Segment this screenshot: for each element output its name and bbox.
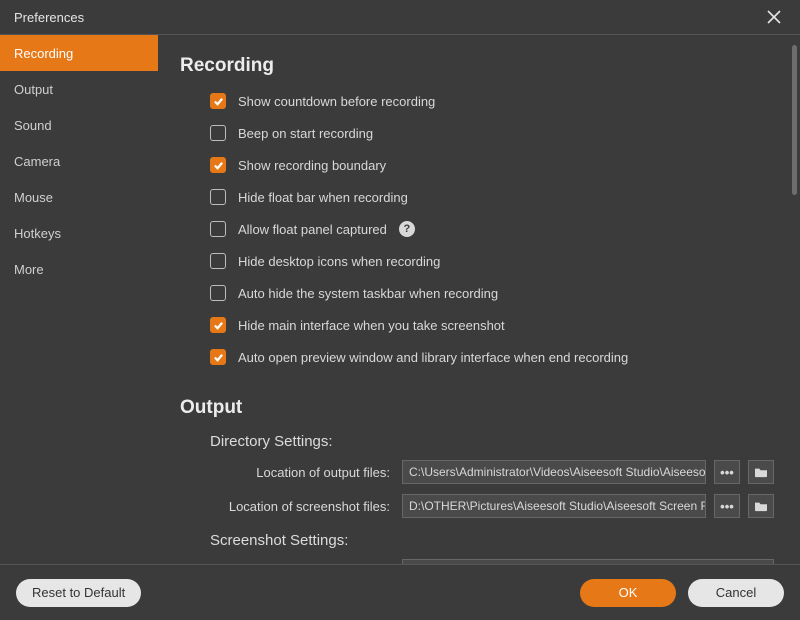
output-path-label: Location of output files: [210,465,394,480]
directory-screenshot-row: Location of screenshot files: D:\OTHER\P… [210,494,774,518]
help-icon[interactable]: ? [399,221,415,237]
close-button[interactable] [760,3,788,31]
option-label: Show recording boundary [238,158,386,173]
footer: Reset to Default OK Cancel [0,564,800,620]
sidebar-item-camera[interactable]: Camera [0,143,158,179]
content-scroll[interactable]: Recording Show countdown before recordin… [158,35,800,564]
option-label: Allow float panel captured [238,222,387,237]
sidebar-item-more[interactable]: More [0,251,158,287]
sidebar-item-label: More [14,262,44,277]
check-icon [213,320,224,331]
checkbox-show-boundary[interactable] [210,157,226,173]
sidebar: Recording Output Sound Camera Mouse Hotk… [0,35,158,564]
folder-icon [754,466,768,478]
option-row: Beep on start recording [210,123,774,143]
option-label: Show countdown before recording [238,94,435,109]
option-label: Beep on start recording [238,126,373,141]
checkbox-allow-float-captured[interactable] [210,221,226,237]
option-row: Auto hide the system taskbar when record… [210,283,774,303]
screenshot-path-input[interactable]: D:\OTHER\Pictures\Aiseesoft Studio\Aisee… [402,494,706,518]
subheading-screenshot: Screenshot Settings: [210,532,774,549]
browse-output-button[interactable]: ••• [714,460,740,484]
content-pane: Recording Show countdown before recordin… [158,35,800,564]
option-row: Hide desktop icons when recording [210,251,774,271]
scrollbar-thumb[interactable] [792,45,797,195]
sidebar-item-label: Output [14,82,53,97]
sidebar-item-mouse[interactable]: Mouse [0,179,158,215]
option-label: Hide float bar when recording [238,190,408,205]
screenshot-path-label: Location of screenshot files: [210,499,394,514]
folder-icon [754,500,768,512]
close-icon [767,10,781,24]
checkbox-beep[interactable] [210,125,226,141]
checkbox-hide-floatbar[interactable] [210,189,226,205]
main-area: Recording Output Sound Camera Mouse Hotk… [0,34,800,564]
ok-button[interactable]: OK [580,579,676,607]
option-row: Hide float bar when recording [210,187,774,207]
sidebar-item-sound[interactable]: Sound [0,107,158,143]
sidebar-item-label: Camera [14,154,60,169]
reset-to-default-button[interactable]: Reset to Default [16,579,141,607]
screenshot-format-row: Screenshot format: PNG [210,559,774,564]
sidebar-item-label: Sound [14,118,52,133]
open-output-folder-button[interactable] [748,460,774,484]
option-label: Auto hide the system taskbar when record… [238,286,498,301]
title-bar: Preferences [0,0,800,34]
option-row: Allow float panel captured ? [210,219,774,239]
section-title-recording: Recording [180,55,774,77]
check-icon [213,352,224,363]
checkbox-auto-hide-taskbar[interactable] [210,285,226,301]
screenshot-format-label: Screenshot format: [210,564,394,565]
section-title-output: Output [180,397,774,419]
checkbox-show-countdown[interactable] [210,93,226,109]
sidebar-item-hotkeys[interactable]: Hotkeys [0,215,158,251]
sidebar-item-recording[interactable]: Recording [0,35,158,71]
browse-screenshot-button[interactable]: ••• [714,494,740,518]
sidebar-item-output[interactable]: Output [0,71,158,107]
sidebar-item-label: Hotkeys [14,226,61,241]
option-label: Hide desktop icons when recording [238,254,440,269]
checkbox-auto-open-preview[interactable] [210,349,226,365]
option-row: Hide main interface when you take screen… [210,315,774,335]
sidebar-item-label: Mouse [14,190,53,205]
check-icon [213,96,224,107]
output-path-input[interactable]: C:\Users\Administrator\Videos\Aiseesoft … [402,460,706,484]
sidebar-item-label: Recording [14,46,73,61]
subheading-directory: Directory Settings: [210,433,774,450]
cancel-button[interactable]: Cancel [688,579,784,607]
checkbox-hide-desktop-icons[interactable] [210,253,226,269]
screenshot-format-select[interactable]: PNG [402,559,774,564]
option-row: Auto open preview window and library int… [210,347,774,367]
checkbox-hide-main-on-screenshot[interactable] [210,317,226,333]
option-row: Show countdown before recording [210,91,774,111]
open-screenshot-folder-button[interactable] [748,494,774,518]
check-icon [213,160,224,171]
option-label: Auto open preview window and library int… [238,350,628,365]
option-label: Hide main interface when you take screen… [238,318,505,333]
window-title: Preferences [14,10,84,25]
directory-output-row: Location of output files: C:\Users\Admin… [210,460,774,484]
option-row: Show recording boundary [210,155,774,175]
